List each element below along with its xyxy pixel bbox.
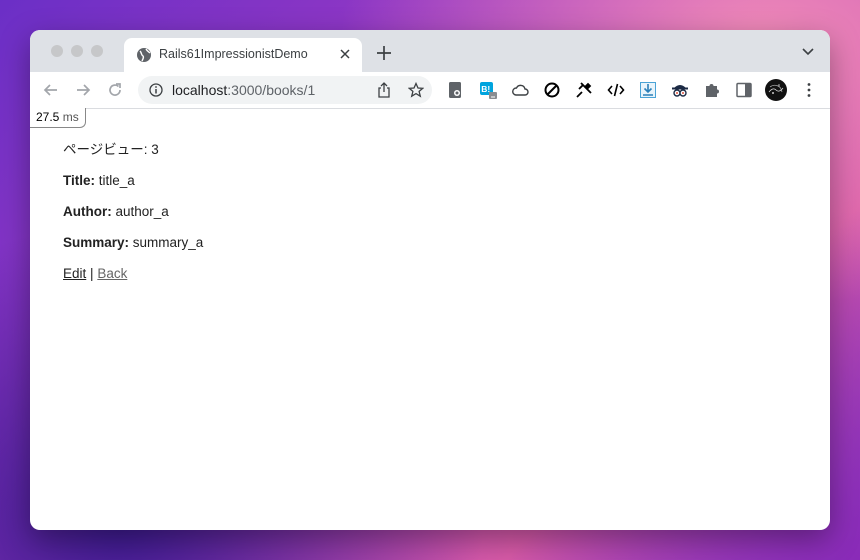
more-menu-icon[interactable] [800,81,818,99]
svg-text:B!: B! [481,84,490,94]
sidepanel-icon[interactable] [735,81,753,99]
profiler-unit: ms [62,110,79,124]
close-window-button[interactable] [51,45,63,57]
actions-row: Edit | Back [63,266,203,282]
url-host: localhost [172,82,228,98]
browser-toolbar: localhost:3000/books/1 B! [30,72,830,109]
globe-icon [137,48,151,62]
url-path: :3000/books/1 [227,82,316,98]
summary-row: Summary: summary_a [63,235,203,251]
block-icon[interactable] [543,81,561,99]
hatena-bookmark-icon[interactable]: B! [479,81,497,99]
page-view-count: ページビュー: 3 [63,142,159,157]
profile-avatar[interactable] [764,78,788,102]
summary-value: summary_a [132,235,204,250]
browser-window: Rails61ImpressionistDemo localhost:3000/… [30,30,830,530]
profiler-value: 27.5 [36,110,60,124]
author-label: Author: [63,204,112,219]
spy-icon[interactable] [671,81,689,99]
chevron-down-icon[interactable] [802,48,814,56]
profiler-badge[interactable]: 27.5 ms [30,108,86,128]
share-icon[interactable] [376,82,392,98]
author-row: Author: author_a [63,204,203,220]
back-icon[interactable] [42,81,60,99]
tab-active[interactable]: Rails61ImpressionistDemo [124,38,362,72]
address-bar[interactable]: localhost:3000/books/1 [138,76,432,104]
title-label: Title: [63,173,96,188]
close-icon[interactable] [338,47,352,61]
new-tab-icon[interactable] [376,45,392,61]
link-separator: | [90,266,94,281]
page-content: 27.5 ms ページビュー: 3 Title: title_a Author:… [30,108,830,530]
puzzle-icon[interactable] [703,81,721,99]
title-value: title_a [98,173,135,188]
info-icon[interactable] [149,83,163,97]
tab-strip: Rails61ImpressionistDemo [30,30,830,72]
code-icon[interactable] [607,81,625,99]
reload-icon[interactable] [106,81,124,99]
bookmark-star-icon[interactable] [408,82,424,98]
author-value: author_a [115,204,169,219]
url-text[interactable]: localhost:3000/books/1 [172,82,315,98]
minimize-window-button[interactable] [71,45,83,57]
tab-title: Rails61ImpressionistDemo [159,47,308,61]
forward-icon[interactable] [74,81,92,99]
back-link[interactable]: Back [97,266,127,281]
page-extension-icon[interactable] [446,81,464,99]
summary-label: Summary: [63,235,130,250]
download-icon[interactable] [639,81,657,99]
title-row: Title: title_a [63,173,203,189]
pin-icon[interactable] [575,81,593,99]
edit-link[interactable]: Edit [63,266,86,281]
cloud-icon[interactable] [511,81,529,99]
book-details: ページビュー: 3 Title: title_a Author: author_… [63,142,203,297]
zoom-window-button[interactable] [91,45,103,57]
